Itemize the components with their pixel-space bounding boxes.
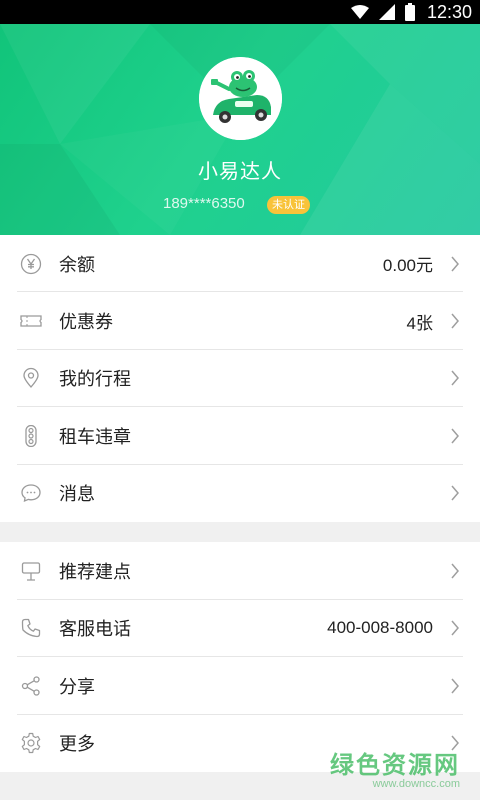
signal-icon — [378, 4, 395, 20]
menu-item-messages[interactable]: 消息 — [0, 465, 480, 522]
menu-item-share[interactable]: 分享 — [0, 657, 480, 715]
menu-item-customer-service[interactable]: 客服电话 400-008-8000 — [0, 600, 480, 657]
status-bar: 12:30 — [0, 0, 480, 24]
menu-label: 我的行程 — [59, 369, 131, 391]
menu-item-balance[interactable]: 余额 0.00元 — [0, 235, 480, 293]
service-menu: 推荐建点 客服电话 400-008-8000 分享 更多 — [0, 542, 480, 772]
service-phone-number: 400-008-8000 — [327, 618, 433, 638]
frog-car-logo — [199, 57, 282, 140]
account-menu: 余额 0.00元 优惠券 4张 我的行程 租车违章 消息 — [0, 235, 480, 522]
battery-icon — [404, 3, 415, 21]
menu-item-recommend-station[interactable]: 推荐建点 — [0, 542, 480, 600]
coupon-count: 4张 — [406, 313, 433, 333]
balance-value: 0.00元 — [382, 256, 433, 276]
user-name: 小易达人 — [198, 159, 282, 183]
verify-status-badge[interactable]: 未认证 — [267, 196, 310, 214]
chevron-right-icon — [451, 256, 459, 272]
menu-item-coupons[interactable]: 优惠券 4张 — [0, 292, 480, 350]
share-icon — [20, 675, 42, 697]
status-time: 12:30 — [426, 1, 472, 22]
menu-label: 客服电话 — [59, 619, 131, 641]
watermark-text: 绿色资源网 — [330, 751, 460, 779]
menu-label: 消息 — [59, 484, 95, 506]
avatar[interactable] — [199, 57, 282, 140]
menu-label: 余额 — [59, 254, 95, 276]
user-phone: 189****6350 — [163, 195, 245, 212]
chevron-right-icon — [451, 620, 459, 636]
menu-label: 优惠券 — [59, 312, 113, 334]
chevron-right-icon — [451, 370, 459, 386]
chevron-right-icon — [451, 563, 459, 579]
chevron-right-icon — [451, 485, 459, 501]
signpost-icon — [20, 560, 42, 582]
yuan-icon — [20, 253, 42, 275]
menu-item-violations[interactable]: 租车违章 — [0, 407, 480, 465]
phone-icon — [20, 617, 42, 639]
traffic-light-icon — [20, 424, 42, 447]
ticket-icon — [20, 310, 42, 332]
gear-icon — [20, 732, 42, 754]
menu-label: 租车违章 — [59, 426, 131, 448]
chevron-right-icon — [451, 428, 459, 444]
profile-header: 小易达人 189****6350 未认证 — [0, 24, 480, 235]
chat-bubble-icon — [20, 482, 42, 504]
menu-label: 更多 — [59, 734, 95, 756]
watermark: 绿色资源网 www.downcc.com — [330, 745, 460, 790]
chevron-right-icon — [451, 313, 459, 329]
menu-item-trips[interactable]: 我的行程 — [0, 350, 480, 408]
menu-label: 推荐建点 — [59, 561, 131, 583]
menu-label: 分享 — [59, 676, 95, 698]
location-pin-icon — [20, 367, 42, 389]
chevron-right-icon — [451, 678, 459, 694]
wifi-icon — [350, 5, 369, 19]
